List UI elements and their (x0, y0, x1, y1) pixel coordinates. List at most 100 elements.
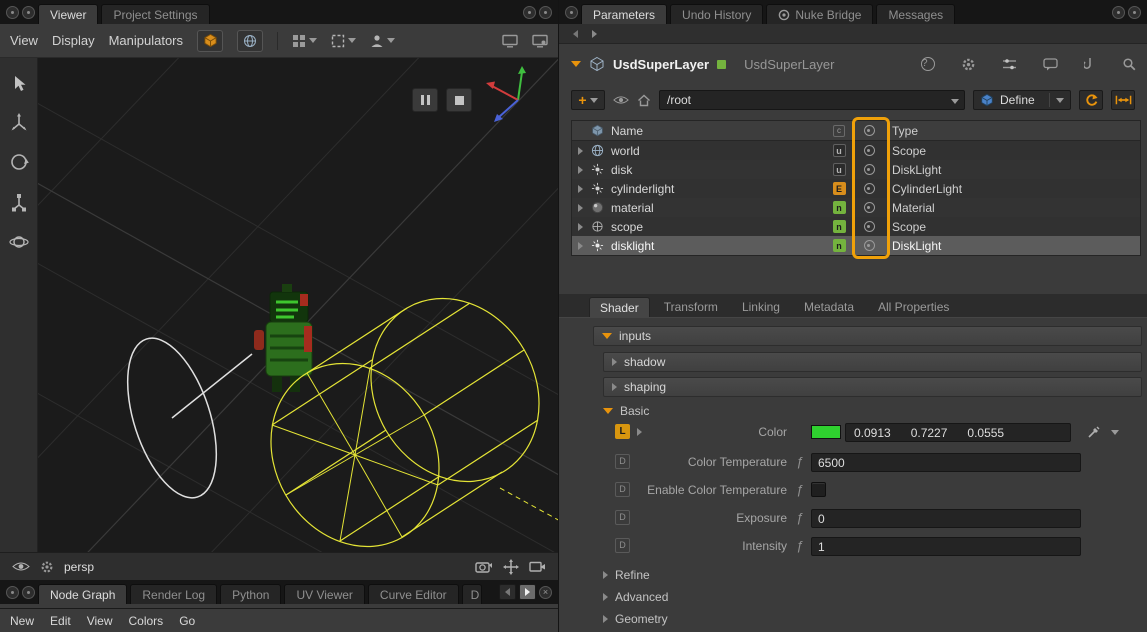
tab-python[interactable]: Python (220, 584, 281, 604)
3d-viewport[interactable] (38, 58, 558, 552)
menu-new[interactable]: New (10, 614, 34, 628)
expression-icon[interactable]: ƒ (796, 510, 803, 525)
monitor-out-icon[interactable] (502, 34, 518, 48)
menu-view[interactable]: View (10, 33, 38, 48)
table-row[interactable]: scope n Scope (572, 217, 1140, 236)
path-dropdown-icon[interactable] (951, 99, 959, 104)
color-temperature-input[interactable] (812, 454, 1080, 471)
scale-tool[interactable] (9, 192, 29, 212)
expand-icon[interactable] (578, 204, 583, 212)
section-advanced[interactable]: Advanced (603, 588, 668, 606)
local-value-badge[interactable]: L (615, 424, 630, 439)
chat-icon[interactable] (1043, 58, 1058, 71)
tab-viewer[interactable]: Viewer (38, 4, 98, 24)
panel-lock-icon[interactable] (22, 6, 35, 19)
close-panel-icon[interactable] (539, 6, 552, 19)
prim-name[interactable]: material (606, 201, 826, 215)
tab-curve-editor[interactable]: Curve Editor (368, 584, 459, 604)
back-icon[interactable] (573, 30, 578, 38)
exposure-input[interactable] (812, 510, 1080, 527)
close-panel-icon[interactable]: × (539, 586, 552, 599)
scroll-tabs-left-button[interactable] (499, 584, 516, 600)
default-value-badge[interactable]: D (615, 454, 630, 469)
home-icon[interactable] (637, 94, 651, 107)
forward-icon[interactable] (592, 30, 597, 38)
menu-colors[interactable]: Colors (129, 614, 164, 628)
tab-linking[interactable]: Linking (732, 297, 790, 317)
visibility-eye-icon[interactable] (12, 561, 30, 572)
camera-settings-gear-icon[interactable] (40, 560, 54, 574)
panel-menu-icon[interactable] (6, 586, 19, 599)
section-inputs[interactable]: inputs (593, 326, 1142, 346)
tab-all-properties[interactable]: All Properties (868, 297, 959, 317)
expand-icon[interactable] (578, 242, 583, 250)
pan-view-icon[interactable] (503, 559, 519, 575)
menu-display[interactable]: Display (52, 33, 95, 48)
intensity-input[interactable] (812, 538, 1080, 555)
layer-view-dropdown[interactable] (292, 34, 317, 48)
menu-view[interactable]: View (87, 614, 113, 628)
expand-icon[interactable] (578, 147, 583, 155)
prim-name[interactable]: disklight (606, 239, 826, 253)
define-dropdown[interactable]: Define (973, 90, 1071, 110)
default-value-badge[interactable]: D (615, 538, 630, 553)
tab-render-log[interactable]: Render Log (130, 584, 217, 604)
prim-name[interactable]: world (606, 144, 826, 158)
color-r-value[interactable]: 0.0913 (854, 426, 891, 440)
fit-width-icon[interactable] (1111, 90, 1135, 110)
eyedropper-icon[interactable] (1087, 425, 1101, 439)
selection-mode-dropdown[interactable] (331, 34, 356, 48)
float-panel-icon[interactable] (1112, 6, 1125, 19)
help-icon[interactable]: ? (921, 57, 935, 71)
default-value-badge[interactable]: D (615, 482, 630, 497)
pause-button[interactable] (412, 88, 438, 112)
activation-toggle[interactable] (852, 145, 886, 156)
activation-toggle[interactable] (852, 183, 886, 194)
pin-icon[interactable] (1084, 57, 1096, 71)
color-g-value[interactable]: 0.7227 (911, 426, 948, 440)
rotate-tool[interactable] (9, 152, 29, 172)
tab-shader[interactable]: Shader (589, 297, 650, 317)
snapshot-icon[interactable] (475, 560, 493, 573)
prim-name[interactable]: cylinderlight (606, 182, 826, 196)
section-basic[interactable]: Basic (603, 402, 649, 420)
menu-manipulators[interactable]: Manipulators (109, 33, 183, 48)
float-panel-icon[interactable] (523, 6, 536, 19)
color-values-field[interactable]: 0.0913 0.7227 0.0555 (845, 423, 1071, 442)
tab-uv-viewer[interactable]: UV Viewer (284, 584, 364, 604)
enable-color-temperature-checkbox[interactable] (811, 482, 826, 497)
3d-mode-toggle[interactable] (197, 30, 223, 52)
activation-column-header[interactable] (852, 125, 886, 136)
expression-icon[interactable]: ƒ (796, 538, 803, 553)
tab-clipped[interactable]: D (462, 584, 482, 604)
menu-go[interactable]: Go (179, 614, 195, 628)
tab-transform[interactable]: Transform (654, 297, 728, 317)
table-row[interactable]: cylinderlight E CylinderLight (572, 179, 1140, 198)
orbit-tool[interactable] (9, 232, 29, 252)
search-icon[interactable] (1122, 57, 1136, 71)
activation-toggle[interactable] (852, 221, 886, 232)
default-value-badge[interactable]: D (615, 510, 630, 525)
section-shaping[interactable]: shaping (603, 377, 1142, 397)
name-column-header[interactable]: Name (606, 124, 826, 138)
prim-name[interactable]: scope (606, 220, 826, 234)
menu-edit[interactable]: Edit (50, 614, 71, 628)
section-geometry[interactable]: Geometry (603, 610, 668, 628)
expression-icon[interactable]: ƒ (796, 482, 803, 497)
expand-icon[interactable] (578, 185, 583, 193)
panel-menu-icon[interactable] (6, 6, 19, 19)
stop-button[interactable] (446, 88, 472, 112)
select-tool[interactable] (10, 74, 28, 92)
section-shadow[interactable]: shadow (603, 352, 1142, 372)
expand-icon[interactable] (578, 166, 583, 174)
prim-path-input[interactable] (660, 91, 964, 109)
table-row[interactable]: material n Material (572, 198, 1140, 217)
tab-nuke-bridge[interactable]: Nuke Bridge (766, 4, 873, 24)
tab-node-graph[interactable]: Node Graph (38, 584, 127, 604)
translate-tool[interactable] (9, 112, 29, 132)
close-panel-icon[interactable] (1128, 6, 1141, 19)
panel-menu-icon[interactable] (565, 6, 578, 19)
gear-icon[interactable] (961, 57, 976, 72)
prim-name[interactable]: disk (606, 163, 826, 177)
color-options-dropdown[interactable] (1111, 430, 1119, 435)
